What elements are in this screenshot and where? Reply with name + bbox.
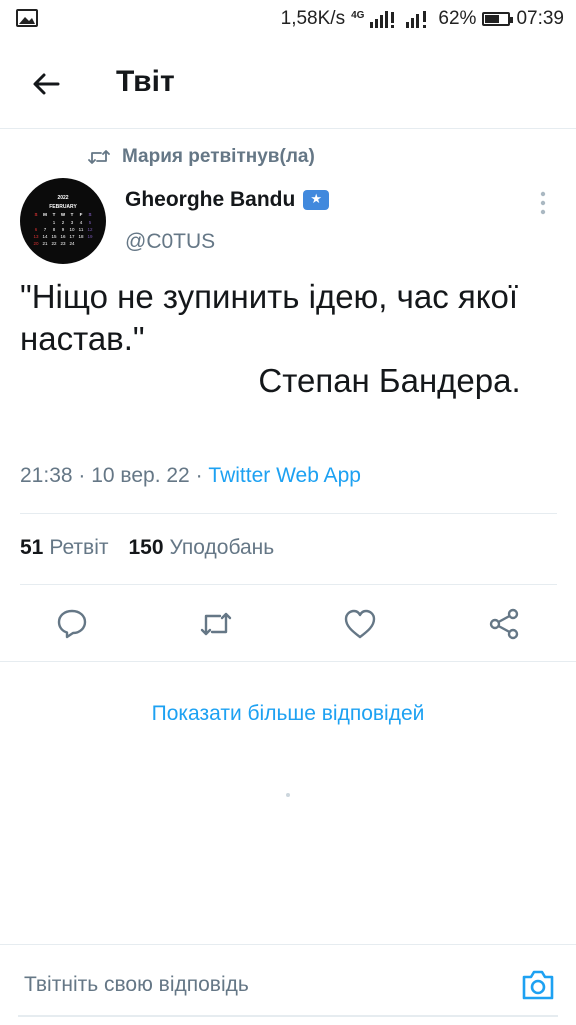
network-speed: 1,58K/s bbox=[280, 8, 346, 29]
avatar-day: 2 bbox=[62, 220, 65, 225]
tweet-stats: 51 Ретвіт 150 Уподобань bbox=[20, 536, 274, 560]
reply-icon[interactable] bbox=[54, 606, 90, 642]
avatar-day: 1 bbox=[53, 220, 56, 225]
avatar-weekday: T bbox=[53, 212, 56, 217]
retweet-small-icon bbox=[88, 150, 110, 164]
avatar-day: 13 bbox=[33, 234, 39, 239]
reply-input[interactable]: Твітніть свою відповідь bbox=[24, 973, 249, 997]
avatar-weekday: F bbox=[80, 212, 83, 217]
more-options-icon[interactable] bbox=[530, 188, 556, 218]
tweet-date: 10 вер. 22 bbox=[91, 464, 190, 487]
tweet-actions bbox=[0, 600, 576, 648]
tweet-meta: 21:38 · 10 вер. 22 · Twitter Web App bbox=[20, 464, 361, 487]
divider bbox=[20, 584, 557, 585]
avatar-day: 18 bbox=[78, 234, 84, 239]
retweets-label: Ретвіт bbox=[49, 536, 109, 559]
avatar-day: 23 bbox=[60, 241, 66, 246]
tweet-source-link[interactable]: Twitter Web App bbox=[208, 464, 361, 487]
avatar-weekday: S bbox=[88, 212, 91, 217]
avatar-day: 17 bbox=[69, 234, 75, 239]
retweets-count: 51 bbox=[20, 536, 44, 559]
reply-bar: Твітніть свою відповідь bbox=[0, 944, 576, 1025]
avatar-day: 4 bbox=[80, 220, 83, 225]
heart-icon[interactable] bbox=[342, 606, 378, 642]
avatar-day: 3 bbox=[71, 220, 74, 225]
likes-label: Уподобань bbox=[169, 536, 275, 559]
back-arrow-icon[interactable] bbox=[28, 66, 64, 102]
divider bbox=[0, 661, 576, 662]
avatar[interactable]: 2022 FEBRUARY S M T W T F S 1 2 3 4 5 6 7 8 9 10 11 12 13 14 15… bbox=[20, 178, 106, 264]
retweet-icon[interactable] bbox=[198, 606, 234, 642]
gallery-notification-icon bbox=[16, 9, 38, 32]
share-icon[interactable] bbox=[486, 606, 522, 642]
author-name-text: Gheorghe Bandu bbox=[125, 188, 296, 211]
reply-underline bbox=[18, 1015, 558, 1017]
retweets-stat[interactable]: 51 Ретвіт bbox=[20, 536, 108, 560]
loading-dot bbox=[286, 793, 290, 797]
avatar-day: 6 bbox=[35, 227, 38, 232]
author-name[interactable]: Gheorghe Bandu bbox=[125, 188, 330, 212]
author-handle[interactable]: @C0TUS bbox=[125, 230, 215, 254]
clock: 07:39 bbox=[516, 8, 564, 29]
retweeted-by-label: Мария ретвітнув(ла) bbox=[122, 146, 315, 167]
avatar-weekday: S bbox=[34, 212, 37, 217]
likes-stat[interactable]: 150 Уподобань bbox=[128, 536, 274, 560]
avatar-year: 2022 bbox=[57, 195, 68, 201]
signal-icon bbox=[370, 11, 395, 28]
network-type: 4G bbox=[351, 9, 365, 21]
status-bar: 1,58K/s 4G 62% 07:39 bbox=[0, 0, 576, 38]
retweeted-by[interactable]: Мария ретвітнув(ла) bbox=[88, 146, 315, 168]
tweet-text: "Ніщо не зупинить ідею, час якої настав.… bbox=[20, 278, 521, 399]
avatar-weekday: T bbox=[71, 212, 74, 217]
signal-icon-2 bbox=[406, 11, 427, 28]
page-title: Твіт bbox=[116, 65, 175, 98]
avatar-day: 15 bbox=[51, 234, 57, 239]
likes-count: 150 bbox=[128, 536, 164, 559]
avatar-day: 21 bbox=[42, 241, 48, 246]
avatar-day: 24 bbox=[69, 241, 75, 246]
avatar-day: 7 bbox=[44, 227, 47, 232]
battery-icon bbox=[482, 12, 514, 26]
show-more-replies-link[interactable]: Показати більше відповідей bbox=[0, 702, 576, 726]
avatar-weekday: W bbox=[61, 212, 66, 217]
avatar-day: 8 bbox=[53, 227, 56, 232]
somalia-flag-icon bbox=[303, 190, 330, 210]
avatar-day: 12 bbox=[87, 227, 93, 232]
avatar-day: 11 bbox=[79, 227, 84, 232]
avatar-weekday: M bbox=[43, 212, 47, 217]
avatar-day: 9 bbox=[62, 227, 65, 232]
avatar-day: 16 bbox=[60, 234, 66, 239]
avatar-month: FEBRUARY bbox=[49, 204, 77, 210]
camera-icon[interactable] bbox=[518, 965, 558, 1005]
avatar-day: 5 bbox=[89, 220, 92, 225]
avatar-day: 22 bbox=[51, 241, 57, 246]
avatar-day: 10 bbox=[69, 227, 75, 232]
avatar-day: 19 bbox=[87, 234, 93, 239]
avatar-day: 14 bbox=[42, 234, 48, 239]
avatar-day: 20 bbox=[33, 241, 39, 246]
battery-percent: 62% bbox=[438, 8, 477, 29]
tweet-time: 21:38 bbox=[20, 464, 73, 487]
top-header: Твіт bbox=[0, 38, 576, 129]
divider bbox=[20, 513, 557, 514]
